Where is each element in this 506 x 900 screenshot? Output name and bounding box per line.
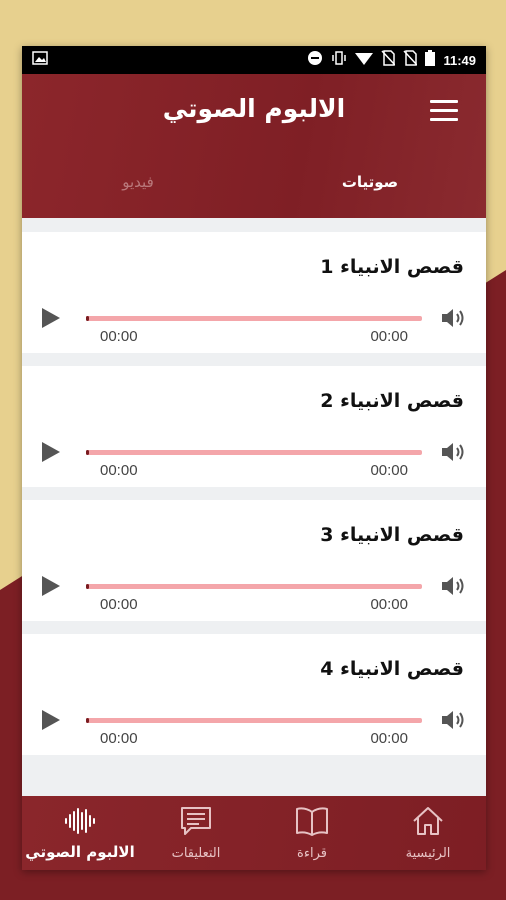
play-icon[interactable]	[42, 576, 60, 596]
home-icon	[413, 807, 443, 835]
track-title: قصص الانبياء 2	[320, 390, 464, 412]
tab-video[interactable]: فيديو	[22, 146, 254, 218]
play-icon[interactable]	[42, 442, 60, 462]
progress-slider[interactable]	[86, 316, 422, 321]
nav-label: التعليقات	[171, 846, 221, 861]
play-icon[interactable]	[42, 308, 60, 328]
do-not-disturb-icon	[307, 50, 323, 70]
progress-slider[interactable]	[86, 450, 422, 455]
volume-icon[interactable]	[440, 306, 468, 330]
track-title: قصص الانبياء 3	[320, 524, 464, 546]
status-bar: 11:49	[22, 46, 486, 74]
list-item: قصص الانبياء 1 00:00 00:00	[22, 232, 486, 353]
volume-icon[interactable]	[440, 574, 468, 598]
current-time: 00:00	[100, 730, 138, 747]
nav-audio-album[interactable]: الالبوم الصوتي	[22, 796, 138, 870]
book-icon	[296, 807, 328, 836]
track-title: قصص الانبياء 4	[320, 658, 464, 680]
current-time: 00:00	[100, 596, 138, 613]
list-item: قصص الانبياء 3 00:00 00:00	[22, 500, 486, 621]
status-icons: 11:49	[307, 50, 476, 70]
battery-icon	[425, 50, 436, 70]
gallery-notification-icon	[32, 51, 48, 69]
list-item: قصص الانبياء 4 00:00 00:00	[22, 634, 486, 755]
nav-label: قراءة	[297, 846, 327, 861]
nav-comments[interactable]: التعليقات	[138, 796, 254, 870]
tab-audio[interactable]: صوتيات	[254, 146, 486, 218]
duration-time: 00:00	[370, 328, 408, 345]
duration-time: 00:00	[370, 730, 408, 747]
volume-icon[interactable]	[440, 440, 468, 464]
duration-time: 00:00	[370, 596, 408, 613]
progress-fill	[86, 584, 89, 589]
track-list: قصص الانبياء 1 00:00 00:00 قصص الانبياء …	[22, 218, 486, 755]
progress-fill	[86, 718, 89, 723]
status-time: 11:49	[443, 52, 476, 68]
app-bar: الالبوم الصوتي فيديو صوتيات	[22, 74, 486, 218]
phone-screen: 11:49 الالبوم الصوتي فيديو صوتيات قصص ال…	[22, 46, 486, 870]
nav-label: الرئيسية	[405, 846, 451, 861]
comments-icon	[181, 807, 211, 835]
nav-reading[interactable]: قراءة	[254, 796, 370, 870]
hamburger-menu-icon[interactable]	[430, 100, 458, 122]
list-item: قصص الانبياء 2 00:00 00:00	[22, 366, 486, 487]
tab-bar: فيديو صوتيات	[22, 146, 486, 218]
nav-label: الالبوم الصوتي	[25, 843, 135, 861]
duration-time: 00:00	[370, 462, 408, 479]
no-sim-2-icon	[403, 50, 419, 70]
progress-slider[interactable]	[86, 584, 422, 589]
volume-icon[interactable]	[440, 708, 468, 732]
no-sim-icon	[381, 50, 397, 70]
current-time: 00:00	[100, 328, 138, 345]
play-icon[interactable]	[42, 710, 60, 730]
vibrate-icon	[331, 50, 347, 70]
current-time: 00:00	[100, 462, 138, 479]
progress-slider[interactable]	[86, 718, 422, 723]
track-title: قصص الانبياء 1	[320, 256, 464, 278]
progress-fill	[86, 450, 89, 455]
wifi-icon	[355, 51, 374, 69]
nav-home[interactable]: الرئيسية	[370, 796, 486, 870]
audio-wave-icon	[65, 808, 95, 834]
progress-fill	[86, 316, 89, 321]
bottom-navigation: الالبوم الصوتي التعليقات قراءة الرئيسية	[22, 796, 486, 870]
page-title: الالبوم الصوتي	[162, 94, 346, 123]
